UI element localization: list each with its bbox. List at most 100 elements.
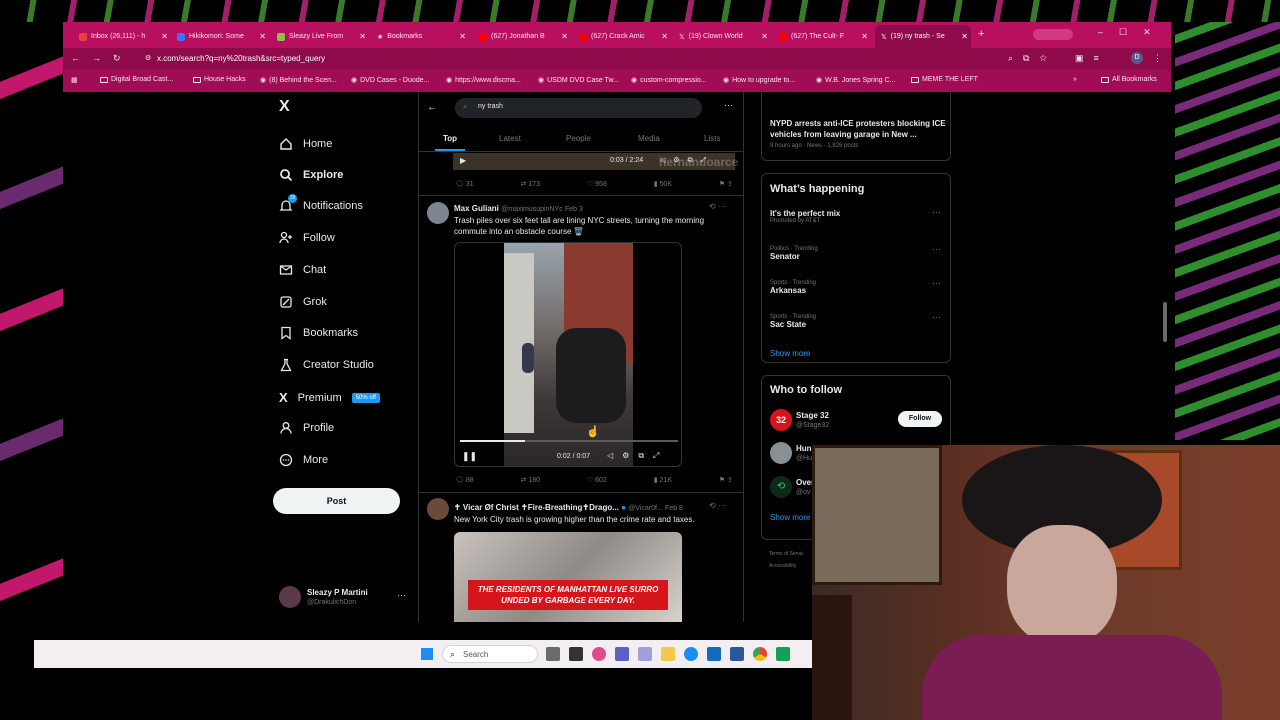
account-menu-icon[interactable]: ··· <box>397 590 406 600</box>
bookmark-item[interactable]: ◉ W.B. Jones Spring C... <box>816 76 896 85</box>
chrome-icon[interactable] <box>753 647 767 661</box>
progress-track[interactable] <box>460 440 678 442</box>
app-icon[interactable] <box>776 647 790 661</box>
video-player[interactable]: ❚❚ 0:02 / 0:07 ◁⚙⧉⤢ <box>454 242 682 467</box>
avatar[interactable] <box>427 498 449 520</box>
nav-grok[interactable]: Grok <box>279 295 327 309</box>
show-more-link[interactable]: Show more <box>770 513 810 522</box>
profile-pill[interactable] <box>1033 29 1073 40</box>
nav-premium[interactable]: X Premium 50% off <box>279 390 380 405</box>
scrollbar[interactable] <box>1163 302 1167 342</box>
close-icon[interactable]: ✕ <box>761 32 768 41</box>
bookmark-item[interactable]: MEME THE LEFT <box>911 76 978 83</box>
mail-icon[interactable] <box>707 647 721 661</box>
bookmark-item[interactable]: ◉ custom-compressio... <box>631 76 707 85</box>
back-arrow-icon[interactable]: ← <box>427 102 437 113</box>
close-icon[interactable]: ✕ <box>459 32 466 41</box>
taskbar-search[interactable]: ⌕ Search <box>442 645 538 663</box>
reply-button[interactable]: 🗨 31 <box>455 180 474 188</box>
play-icon[interactable]: ▶ <box>460 156 466 165</box>
windows-icon[interactable] <box>420 647 434 661</box>
nav-home[interactable]: Home <box>279 137 332 151</box>
pause-icon[interactable]: ❚❚ <box>462 451 477 462</box>
repost-button[interactable]: ⇄ 180 <box>521 476 541 484</box>
window-controls[interactable]: –☐✕ <box>1098 27 1167 38</box>
follow-button[interactable]: Follow <box>898 411 942 427</box>
nav-bookmarks[interactable]: Bookmarks <box>279 326 358 340</box>
x-logo-icon[interactable]: X <box>279 98 290 116</box>
menu-icon[interactable]: ⋮ <box>1153 53 1162 64</box>
avatar[interactable] <box>279 586 301 608</box>
avatar[interactable]: 32 <box>770 409 792 431</box>
video-player[interactable]: ▶ 0:03 / 2:24 hernandoarce ◁⚙⧉⤢ <box>453 153 738 170</box>
show-more-link[interactable]: Show more <box>770 349 810 358</box>
reply-button[interactable]: 🗨 88 <box>455 476 474 484</box>
browser-tab[interactable]: Inbox (26,111) - h ✕ <box>73 25 171 48</box>
close-icon[interactable]: ✕ <box>961 32 968 41</box>
file-explorer-icon[interactable] <box>661 647 675 661</box>
nav-profile[interactable]: Profile <box>279 421 334 435</box>
extension-icons[interactable]: ▣≡ <box>1075 53 1109 64</box>
browser-tab[interactable]: Sleazy Live From ✕ <box>271 25 369 48</box>
nav-buttons[interactable]: ←→↻ <box>71 53 133 64</box>
bookmark-item[interactable]: House Hacks <box>193 76 246 83</box>
site-info-icon[interactable]: ⚙ <box>145 54 151 62</box>
follow-name[interactable]: Hun <box>796 444 812 453</box>
author-name[interactable]: ✝ Vicar Øf Christ ✝Fire-Breathing✝Drago.… <box>454 503 619 512</box>
author-name[interactable]: Max Guliani <box>454 204 499 213</box>
tab-top[interactable]: Top <box>443 134 457 143</box>
repost-button[interactable]: ⇄ 173 <box>521 180 541 188</box>
like-button[interactable]: ♡ 602 <box>587 476 607 484</box>
bookmark-item[interactable]: Digital Broad Cast... <box>100 76 173 83</box>
tab-lists[interactable]: Lists <box>704 134 720 143</box>
browser-tab[interactable]: (627) The Cult- F ✕ <box>773 25 871 48</box>
footer-link[interactable]: Accessibility <box>769 563 796 569</box>
trend-item[interactable]: It's the perfect mix Promoted by AT&T <box>770 209 840 224</box>
tweet-date[interactable]: Feb 3 <box>565 206 583 213</box>
bookmark-item[interactable]: ◉ DVD Cases - Duode... <box>351 76 429 85</box>
bookmark-item[interactable]: All Bookmarks <box>1101 76 1157 83</box>
bookmark-share-icons[interactable]: ⚑ ⇪ <box>719 180 733 188</box>
edge-icon[interactable] <box>684 647 698 661</box>
bookmark-share-icons[interactable]: ⚑ ⇪ <box>719 476 733 484</box>
chevron-right-icon[interactable]: » <box>1073 76 1077 83</box>
news-card[interactable]: NYPD arrests anti-ICE protesters blockin… <box>761 92 951 161</box>
bookmark-item[interactable]: ◉ (8) Behind the Scen... <box>260 76 337 85</box>
close-icon[interactable]: ✕ <box>561 32 568 41</box>
follow-name[interactable]: Stage 32 <box>796 411 829 420</box>
video-controls[interactable]: ◁⚙⧉⤢ <box>660 156 714 165</box>
bookmark-item[interactable]: ◉ USDM DVD Case Tw... <box>538 76 619 85</box>
views-button[interactable]: ▮ 50K <box>654 180 672 188</box>
close-icon[interactable]: ✕ <box>161 32 168 41</box>
tab-media[interactable]: Media <box>638 134 660 143</box>
author-handle[interactable]: @maximusupinNYc <box>501 206 563 213</box>
search-input[interactable]: ny trash <box>478 103 503 110</box>
like-button[interactable]: ♡ 958 <box>587 180 607 188</box>
trend-item[interactable]: Politics · Trending Senator <box>770 246 818 261</box>
search-box[interactable]: ⌕ ny trash <box>455 98 702 118</box>
nav-chat[interactable]: Chat <box>279 263 326 277</box>
widgets-icon[interactable] <box>569 647 583 661</box>
store-icon[interactable] <box>730 647 744 661</box>
nav-follow[interactable]: Follow <box>279 231 335 245</box>
tweet-menu-icon[interactable]: ⟲ ··· <box>709 501 726 510</box>
nav-explore[interactable]: Explore <box>279 168 343 182</box>
avatar[interactable]: ⟲ <box>770 476 792 498</box>
trend-item[interactable]: Sports · Trending Arkansas <box>770 280 816 295</box>
browser-tab[interactable]: 𝕏 (19) Clown World ✕ <box>673 25 771 48</box>
avatar[interactable] <box>427 202 449 224</box>
more-icon[interactable]: ··· <box>932 312 941 322</box>
app-icon[interactable] <box>638 647 652 661</box>
nav-creator-studio[interactable]: Creator Studio <box>279 358 374 372</box>
tab-people[interactable]: People <box>566 134 591 143</box>
close-icon[interactable]: ✕ <box>861 32 868 41</box>
more-icon[interactable]: ··· <box>932 278 941 288</box>
browser-tab[interactable]: (627) Crack Amic ✕ <box>573 25 671 48</box>
browser-tab[interactable]: ★ Bookmarks ✕ <box>371 25 469 48</box>
browser-tab[interactable]: (627) Jonathan B ✕ <box>473 25 571 48</box>
teams-icon[interactable] <box>615 647 629 661</box>
nav-more[interactable]: More <box>279 453 328 467</box>
close-icon[interactable]: ✕ <box>661 32 668 41</box>
more-icon[interactable]: ··· <box>932 244 941 254</box>
tab-latest[interactable]: Latest <box>499 134 521 143</box>
